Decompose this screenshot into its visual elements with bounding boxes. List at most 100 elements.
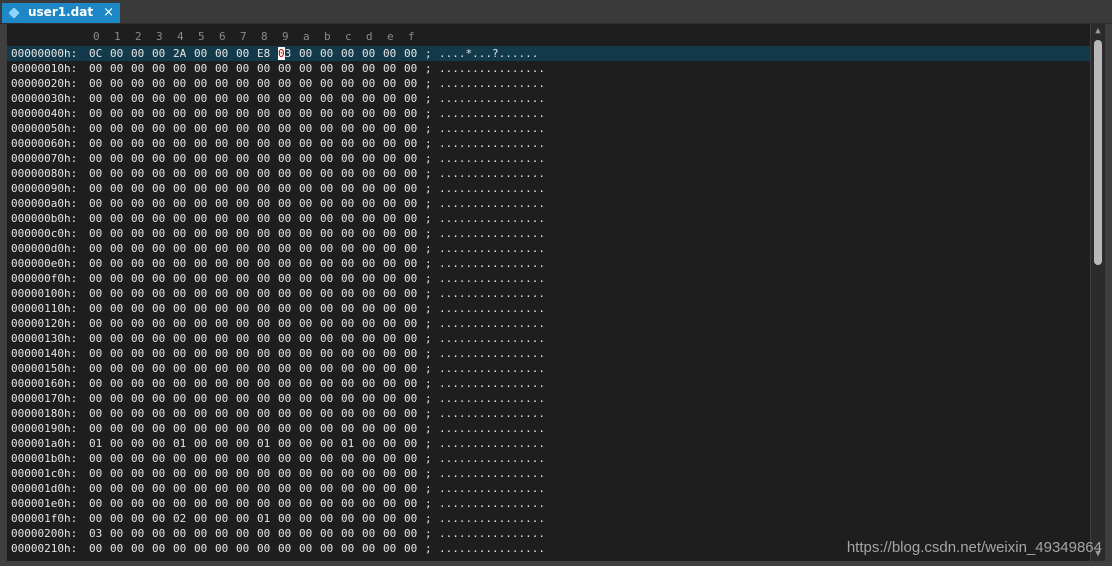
byte-cell[interactable]: 00 bbox=[383, 196, 404, 211]
byte-cell[interactable]: 00 bbox=[89, 106, 110, 121]
byte-cell[interactable]: 00 bbox=[236, 511, 257, 526]
byte-cell[interactable]: 00 bbox=[341, 391, 362, 406]
byte-cell[interactable]: 00 bbox=[110, 181, 131, 196]
byte-cell[interactable]: 00 bbox=[404, 166, 425, 181]
byte-cell[interactable]: 00 bbox=[131, 406, 152, 421]
ascii-preview[interactable]: ................ bbox=[439, 61, 545, 76]
byte-cell[interactable]: 00 bbox=[320, 76, 341, 91]
byte-cell[interactable]: 00 bbox=[152, 136, 173, 151]
byte-cell[interactable]: 00 bbox=[89, 541, 110, 556]
byte-cell[interactable]: 00 bbox=[299, 91, 320, 106]
byte-cell[interactable]: 00 bbox=[404, 481, 425, 496]
byte-cell[interactable]: 00 bbox=[299, 406, 320, 421]
byte-cell[interactable]: 00 bbox=[110, 106, 131, 121]
byte-cell[interactable]: 00 bbox=[383, 121, 404, 136]
byte-cell[interactable]: 00 bbox=[236, 391, 257, 406]
byte-cell[interactable]: 00 bbox=[110, 541, 131, 556]
byte-cell[interactable]: 00 bbox=[299, 226, 320, 241]
byte-cell[interactable]: 00 bbox=[404, 286, 425, 301]
byte-cell[interactable]: 00 bbox=[173, 376, 194, 391]
byte-cell[interactable]: 00 bbox=[404, 271, 425, 286]
byte-cell[interactable]: 00 bbox=[173, 61, 194, 76]
byte-cell[interactable]: 00 bbox=[383, 271, 404, 286]
byte-cell[interactable]: 00 bbox=[257, 211, 278, 226]
byte-cell[interactable]: E8 bbox=[257, 46, 278, 61]
byte-cell[interactable]: 00 bbox=[362, 451, 383, 466]
byte-cell[interactable]: 00 bbox=[236, 361, 257, 376]
byte-cell[interactable]: 00 bbox=[278, 121, 299, 136]
byte-cell[interactable]: 00 bbox=[131, 391, 152, 406]
byte-cell[interactable]: 00 bbox=[404, 301, 425, 316]
byte-cell[interactable]: 00 bbox=[383, 136, 404, 151]
byte-cell[interactable]: 00 bbox=[236, 226, 257, 241]
byte-cell[interactable]: 00 bbox=[383, 406, 404, 421]
byte-cell[interactable]: 00 bbox=[299, 166, 320, 181]
byte-cell[interactable]: 00 bbox=[215, 271, 236, 286]
byte-cell[interactable]: 00 bbox=[341, 361, 362, 376]
byte-cell[interactable]: 00 bbox=[278, 361, 299, 376]
byte-cell[interactable]: 00 bbox=[257, 61, 278, 76]
byte-cell[interactable]: 00 bbox=[194, 436, 215, 451]
byte-cell[interactable]: 00 bbox=[110, 511, 131, 526]
byte-cell[interactable]: 00 bbox=[257, 91, 278, 106]
byte-cell[interactable]: 00 bbox=[236, 196, 257, 211]
byte-cell[interactable]: 00 bbox=[215, 61, 236, 76]
byte-cell[interactable]: 00 bbox=[320, 496, 341, 511]
byte-cell[interactable]: 00 bbox=[236, 106, 257, 121]
hex-row[interactable]: 000000a0h: 00 00 00 00 00 00 00 00 00 00 00 00 00 00 00… bbox=[7, 196, 1090, 211]
byte-cell[interactable]: 00 bbox=[215, 256, 236, 271]
byte-cell[interactable]: 00 bbox=[299, 346, 320, 361]
byte-cell[interactable]: 00 bbox=[173, 331, 194, 346]
byte-cell[interactable]: 00 bbox=[383, 451, 404, 466]
byte-cell[interactable]: 00 bbox=[131, 436, 152, 451]
byte-cell[interactable]: 00 bbox=[131, 226, 152, 241]
byte-cell[interactable]: 00 bbox=[110, 421, 131, 436]
byte-cell[interactable]: 00 bbox=[110, 256, 131, 271]
byte-cell[interactable]: 00 bbox=[194, 391, 215, 406]
byte-cell[interactable]: 00 bbox=[320, 346, 341, 361]
byte-cell[interactable]: 00 bbox=[152, 316, 173, 331]
byte-cell[interactable]: 00 bbox=[152, 91, 173, 106]
ascii-preview[interactable]: ....*...?...... bbox=[439, 46, 538, 61]
byte-cell[interactable]: 00 bbox=[362, 376, 383, 391]
hex-row[interactable]: 00000130h: 00 00 00 00 00 00 00 00 00 00 00 00 00 00 00… bbox=[7, 331, 1090, 346]
byte-cell[interactable]: 00 bbox=[404, 256, 425, 271]
byte-cell[interactable]: 00 bbox=[236, 481, 257, 496]
byte-cell[interactable]: 00 bbox=[278, 286, 299, 301]
byte-cell[interactable]: 00 bbox=[215, 331, 236, 346]
byte-cell[interactable]: 00 bbox=[278, 136, 299, 151]
byte-cell[interactable]: 00 bbox=[257, 466, 278, 481]
byte-cell[interactable]: 00 bbox=[194, 511, 215, 526]
byte-cell[interactable]: 00 bbox=[152, 181, 173, 196]
byte-cell[interactable]: 00 bbox=[320, 301, 341, 316]
byte-cell[interactable]: 00 bbox=[152, 376, 173, 391]
byte-cell[interactable]: 00 bbox=[173, 121, 194, 136]
byte-cell[interactable]: 00 bbox=[320, 166, 341, 181]
byte-cell[interactable]: 00 bbox=[299, 46, 320, 61]
byte-cell[interactable]: 00 bbox=[404, 526, 425, 541]
byte-cell[interactable]: 00 bbox=[110, 346, 131, 361]
byte-cell[interactable]: 00 bbox=[131, 196, 152, 211]
byte-cell[interactable]: 00 bbox=[152, 346, 173, 361]
byte-cell[interactable]: 00 bbox=[278, 91, 299, 106]
byte-cell[interactable]: 00 bbox=[320, 436, 341, 451]
byte-cell[interactable]: 00 bbox=[236, 451, 257, 466]
byte-cell[interactable]: 00 bbox=[152, 451, 173, 466]
byte-cell[interactable]: 00 bbox=[236, 271, 257, 286]
byte-cell[interactable]: 00 bbox=[404, 121, 425, 136]
byte-cell[interactable]: 00 bbox=[404, 61, 425, 76]
byte-cell[interactable]: 00 bbox=[215, 301, 236, 316]
ascii-preview[interactable]: ................ bbox=[439, 136, 545, 151]
byte-cell[interactable]: 00 bbox=[320, 541, 341, 556]
byte-cell[interactable]: 00 bbox=[404, 181, 425, 196]
byte-cell[interactable]: 00 bbox=[404, 541, 425, 556]
byte-cell[interactable]: 00 bbox=[341, 526, 362, 541]
byte-cell[interactable]: 00 bbox=[383, 61, 404, 76]
byte-cell[interactable]: 00 bbox=[341, 451, 362, 466]
hex-editor[interactable]: 0123456789abcdef 00000000h: 0C 00 00 00 2A 00 0… bbox=[7, 24, 1090, 561]
byte-cell[interactable]: 00 bbox=[236, 241, 257, 256]
byte-cell[interactable]: 00 bbox=[173, 406, 194, 421]
byte-cell[interactable]: 00 bbox=[215, 211, 236, 226]
byte-cell[interactable]: 00 bbox=[320, 226, 341, 241]
byte-cell[interactable]: 00 bbox=[215, 526, 236, 541]
